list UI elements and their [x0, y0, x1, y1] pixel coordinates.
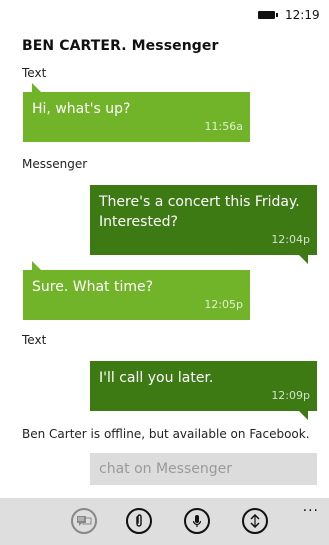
message-text: Hi, what's up?	[32, 101, 131, 117]
message-bubble-outgoing[interactable]: There's a concert this Friday. Intereste…	[90, 185, 317, 264]
channel-label: Text	[22, 66, 47, 80]
attach-icon[interactable]	[126, 508, 152, 534]
app-bar: ...	[0, 498, 329, 545]
microphone-icon[interactable]	[184, 508, 210, 534]
message-text: Sure. What time?	[32, 279, 154, 295]
message-time: 12:09p	[271, 389, 310, 402]
message-text: I'll call you later.	[99, 370, 214, 386]
battery-icon	[258, 11, 278, 19]
message-text: There's a concert this Friday. Intereste…	[99, 194, 300, 230]
message-bubble-incoming[interactable]: Hi, what's up? 11:56a	[23, 83, 250, 142]
message-time: 11:56a	[204, 120, 243, 133]
compose-box[interactable]	[90, 453, 317, 485]
offline-notice: Ben Carter is offline, but available on …	[22, 427, 310, 441]
switch-account-icon[interactable]	[242, 508, 268, 534]
message-time: 12:04p	[271, 233, 310, 246]
status-bar: 12:19	[0, 0, 329, 34]
message-time: 12:05p	[204, 298, 243, 311]
conversation-title: BEN CARTER. Messenger	[22, 38, 219, 54]
channel-label: Text	[22, 333, 47, 347]
more-options-button[interactable]: ...	[303, 500, 319, 514]
status-time: 12:19	[285, 8, 320, 22]
message-bubble-incoming[interactable]: Sure. What time? 12:05p	[23, 261, 250, 320]
switch-chat-icon[interactable]	[71, 508, 97, 534]
message-bubble-outgoing[interactable]: I'll call you later. 12:09p	[90, 361, 317, 420]
channel-label: Messenger	[22, 157, 88, 171]
message-input[interactable]	[90, 453, 317, 485]
